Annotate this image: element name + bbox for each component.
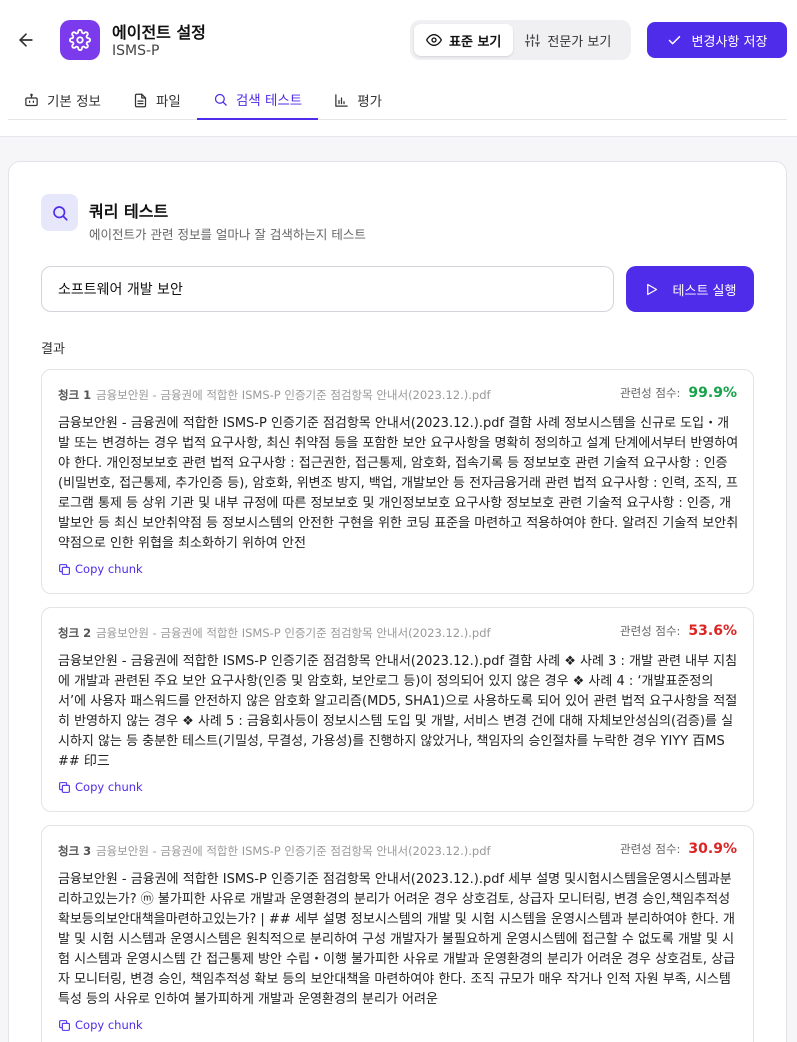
copy-chunk-label: Copy chunk [75, 1018, 143, 1032]
relevance-score-label: 관련성 점수: [619, 386, 681, 400]
tab-bar: 기본 정보 파일 검색 테스트 평가 [8, 80, 787, 120]
copy-chunk-button[interactable]: Copy chunk [58, 562, 143, 576]
chunk-text: 금융보안원 - 금융권에 적합한 ISMS-P 인증기준 점검항목 안내서(20… [58, 872, 736, 1007]
chunk-text: 금융보안원 - 금융권에 적합한 ISMS-P 인증기준 점검항목 안내서(20… [58, 654, 738, 769]
result-chunk: 청크 1 금융보안원 - 금융권에 적합한 ISMS-P 인증기준 점검항목 안… [41, 369, 754, 594]
eye-icon [426, 34, 442, 46]
relevance-score: 관련성 점수: 99.9% [620, 385, 737, 401]
tab-basic-info-label: 기본 정보 [47, 94, 101, 110]
query-test-title: 쿼리 테스트 [89, 202, 169, 221]
chunk-index: 청크 3 [58, 844, 92, 858]
file-icon [133, 93, 148, 108]
copy-icon [59, 1019, 70, 1031]
result-chunk: 청크 3 금융보안원 - 금융권에 적합한 ISMS-P 인증기준 점검항목 안… [41, 825, 754, 1042]
relevance-score-value: 53.6% [688, 623, 737, 639]
chunk-index: 청크 1 [58, 388, 92, 402]
agent-settings-icon [60, 20, 100, 60]
tab-search-test-label: 검색 테스트 [235, 93, 303, 109]
chunk-text: 금융보안원 - 금융권에 적합한 ISMS-P 인증기준 점검항목 안내서(20… [58, 416, 739, 551]
search-icon [213, 92, 228, 107]
arrow-left-icon [19, 33, 33, 47]
copy-chunk-label: Copy chunk [75, 780, 143, 794]
query-test-subtitle: 에이전트가 관련 정보를 얼마나 잘 검색하는지 테스트 [89, 227, 366, 242]
copy-icon [59, 781, 70, 793]
tab-search-test[interactable]: 검색 테스트 [196, 80, 319, 120]
chunk-index: 청크 2 [58, 626, 92, 640]
tab-evaluation[interactable]: 평가 [318, 80, 398, 120]
chunk-source: 금융보안원 - 금융권에 적합한 ISMS-P 인증기준 점검항목 안내서(20… [96, 388, 491, 402]
view-toggle: 표준 보기 전문가 보기 [410, 20, 631, 60]
save-changes-label: 변경사항 저장 [691, 34, 768, 50]
back-button[interactable] [14, 28, 38, 52]
tab-evaluation-label: 평가 [357, 94, 383, 110]
search-icon [41, 194, 78, 231]
copy-chunk-button[interactable]: Copy chunk [58, 780, 143, 794]
results-heading: 결과 [41, 342, 65, 357]
query-test-card: 쿼리 테스트 에이전트가 관련 정보를 얼마나 잘 검색하는지 테스트 테스트 … [8, 161, 787, 1042]
bot-icon [24, 93, 39, 108]
relevance-score: 관련성 점수: 53.6% [620, 623, 737, 639]
relevance-score: 관련성 점수: 30.9% [620, 841, 737, 857]
standard-view-button[interactable]: 표준 보기 [414, 24, 514, 56]
tab-files-label: 파일 [155, 94, 181, 110]
expert-view-label: 전문가 보기 [547, 34, 612, 50]
chunk-source: 금융보안원 - 금융권에 적합한 ISMS-P 인증기준 점검항목 안내서(20… [96, 844, 491, 858]
sliders-icon [525, 33, 541, 47]
copy-chunk-button[interactable]: Copy chunk [58, 1018, 143, 1032]
run-test-label: 테스트 실행 [672, 283, 737, 299]
page-subtitle: ISMS-P [112, 43, 160, 59]
tab-basic-info[interactable]: 기본 정보 [8, 80, 117, 120]
save-changes-button[interactable]: 변경사항 저장 [647, 22, 787, 58]
check-icon [668, 35, 680, 44]
chunk-source: 금융보안원 - 금융권에 적합한 ISMS-P 인증기준 점검항목 안내서(20… [96, 626, 491, 640]
bar-chart-icon [334, 93, 349, 108]
copy-icon [59, 563, 70, 575]
standard-view-label: 표준 보기 [449, 34, 502, 50]
copy-chunk-label: Copy chunk [75, 562, 143, 576]
result-chunk: 청크 2 금융보안원 - 금융권에 적합한 ISMS-P 인증기준 점검항목 안… [41, 607, 754, 812]
relevance-score-label: 관련성 점수: [619, 624, 681, 638]
play-icon [646, 283, 657, 295]
run-test-button[interactable]: 테스트 실행 [626, 266, 754, 312]
relevance-score-value: 99.9% [688, 385, 737, 401]
relevance-score-value: 30.9% [688, 841, 737, 857]
top-bar: 에이전트 설정 ISMS-P 표준 보기 전문가 보기 변경사항 저장 기본 정… [0, 0, 797, 137]
relevance-score-label: 관련성 점수: [619, 842, 681, 856]
tab-files[interactable]: 파일 [117, 80, 197, 120]
page-title: 에이전트 설정 [112, 23, 206, 42]
expert-view-button[interactable]: 전문가 보기 [513, 24, 623, 56]
query-input[interactable] [41, 266, 614, 312]
